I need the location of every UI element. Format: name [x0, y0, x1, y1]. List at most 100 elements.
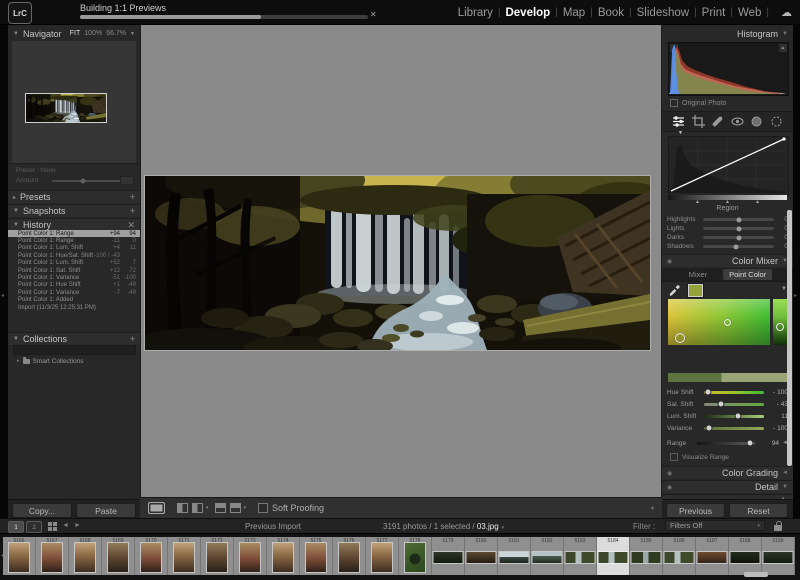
region-slider-handle[interactable]	[734, 244, 739, 249]
slider-handle[interactable]	[705, 425, 712, 432]
luminance-marker[interactable]	[776, 323, 784, 331]
point-color-swatch[interactable]	[688, 284, 703, 297]
create-preset-icon[interactable]: +	[130, 192, 135, 202]
filmstrip-cell[interactable]: 5170	[135, 537, 168, 575]
slider-lum[interactable]	[704, 415, 764, 418]
copy-button[interactable]: Copy...	[12, 503, 72, 518]
create-collection-icon[interactable]: +	[130, 334, 135, 344]
color-origin-marker[interactable]	[675, 333, 685, 343]
tab-point-color[interactable]: Point Color	[723, 269, 772, 280]
filmstrip-cell[interactable]: 5166	[3, 537, 36, 575]
selection-info[interactable]: 3191 photos / 1 selected / 03.jpg▾	[383, 522, 504, 531]
filmstrip-thumbnail[interactable]	[698, 552, 727, 563]
filmstrip-thumbnail[interactable]	[434, 552, 463, 563]
filmstrip-thumbnail[interactable]	[207, 543, 227, 572]
filter-lock-icon[interactable]	[774, 525, 782, 531]
left-panel-reveal-strip[interactable]: ◂	[0, 25, 8, 533]
before-after-topbottom-icon[interactable]	[215, 503, 226, 513]
visualize-range-checkbox[interactable]	[670, 453, 678, 461]
color-sample-marker[interactable]	[724, 319, 731, 326]
module-tab-book[interactable]: Book	[598, 7, 624, 19]
histogram-display[interactable]: ▲ ▲	[668, 42, 789, 96]
filmstrip-cell[interactable]: 5182	[531, 537, 564, 575]
filmstrip-thumbnail[interactable]	[599, 552, 628, 563]
filmstrip-thumbnail[interactable]	[566, 552, 595, 563]
region-slider[interactable]	[703, 218, 774, 221]
original-photo-toggle[interactable]: Original Photo	[670, 99, 726, 107]
filmstrip-thumbnail[interactable]	[141, 543, 161, 572]
color-mixer-header[interactable]: ◉ Color Mixer ▼	[662, 254, 793, 267]
filmstrip-cell[interactable]: 5171	[168, 537, 201, 575]
filmstrip-thumbnail[interactable]	[240, 543, 260, 572]
filmstrip-thumbnail[interactable]	[273, 543, 293, 572]
navigator-header[interactable]: ▼ Navigator FIT 100% 66.7% ▼	[8, 27, 140, 40]
panel-switch-icon[interactable]: ◉	[667, 258, 672, 265]
filmstrip-thumbnail[interactable]	[665, 552, 694, 563]
filmstrip-cell[interactable]: 5180	[465, 537, 498, 575]
region-slider[interactable]	[703, 227, 774, 230]
filmstrip-cell[interactable]: 5179	[432, 537, 465, 575]
region-slider-handle[interactable]	[736, 235, 741, 240]
module-tab-library[interactable]: Library	[458, 7, 493, 19]
zoom-100-option[interactable]: 100%	[84, 30, 102, 37]
history-item[interactable]: Point Color 1: Added	[8, 297, 140, 304]
range-slider[interactable]	[697, 442, 755, 445]
navigator-thumbnail[interactable]	[26, 94, 106, 122]
navigator-preview-area[interactable]	[12, 41, 136, 163]
region-slider-handle[interactable]	[736, 226, 741, 231]
filmstrip-cell[interactable]: 5185	[630, 537, 663, 575]
second-window-button[interactable]: 2	[26, 521, 42, 533]
filmstrip-thumbnail[interactable]	[174, 543, 194, 572]
preset-amount-tool-icon[interactable]	[770, 115, 783, 128]
soft-proofing-checkbox[interactable]	[258, 503, 268, 513]
slider-handle[interactable]	[734, 413, 741, 420]
filter-preset-dropdown[interactable]: Filters Off ▾	[665, 520, 765, 531]
amount-slider-handle[interactable]	[80, 179, 85, 184]
panel-switch-icon[interactable]: ◉	[667, 484, 672, 491]
before-after-topbottom-split-icon[interactable]	[230, 503, 241, 513]
snapshots-header[interactable]: ▼ Snapshots +	[8, 204, 140, 217]
history-item[interactable]: Point Color 1: Range-110	[8, 237, 140, 244]
range-slider-handle[interactable]	[746, 440, 753, 447]
slider-hue[interactable]	[704, 391, 764, 394]
filmstrip-thumbnail[interactable]	[731, 552, 760, 563]
filmstrip-thumbnail[interactable]	[405, 543, 425, 572]
slider-var[interactable]	[704, 427, 764, 430]
zoom-current-option[interactable]: 66.7%	[106, 30, 126, 37]
source-dropdown-icon[interactable]: ▾	[502, 525, 505, 531]
filmstrip-cell[interactable]: 5188	[729, 537, 762, 575]
luminance-bar[interactable]	[773, 299, 787, 345]
filmstrip-cell[interactable]: 5172	[201, 537, 234, 575]
history-item[interactable]: Point Color 1: Range+9494	[8, 230, 140, 237]
slider-sat[interactable]	[704, 403, 764, 406]
source-label[interactable]: Previous Import	[245, 522, 301, 531]
filmstrip-cell[interactable]: 5189	[762, 537, 795, 575]
filmstrip-thumbnail[interactable]	[500, 552, 529, 563]
module-tab-develop[interactable]: Develop	[505, 7, 550, 19]
filmstrip-scrollbar[interactable]	[744, 572, 768, 577]
go-forward-icon[interactable]: ►	[74, 522, 81, 529]
tab-mixer[interactable]: Mixer	[683, 269, 713, 280]
history-item[interactable]: Point Color 1: Lum. Shift+527	[8, 260, 140, 267]
crop-tool-icon[interactable]	[692, 115, 705, 128]
point-color-gradient-field[interactable]	[668, 299, 770, 345]
filmstrip-cell[interactable]: 5173	[234, 537, 267, 575]
detail-header[interactable]: ◉ Detail ▼	[662, 480, 793, 493]
history-item[interactable]: Point Color 1: Sat. Shift+1272	[8, 267, 140, 274]
history-item[interactable]: Point Color 1: Variance-51-100	[8, 274, 140, 281]
main-photo[interactable]	[145, 176, 650, 350]
module-tab-print[interactable]: Print	[702, 7, 726, 19]
region-slider-handle[interactable]	[736, 217, 741, 222]
filmstrip-thumbnail[interactable]	[108, 543, 128, 572]
filmstrip-cell[interactable]: 5174	[267, 537, 300, 575]
slider-handle[interactable]	[718, 401, 725, 408]
slider-handle[interactable]	[705, 389, 712, 396]
module-tab-slideshow[interactable]: Slideshow	[637, 7, 689, 19]
history-item[interactable]: Point Color 1: Lum. Shift+411	[8, 245, 140, 252]
collection-item-smart-collections[interactable]: ▸ Smart Collections	[13, 356, 134, 366]
history-item[interactable]: Point Color 1: Hue Shift+1-49	[8, 282, 140, 289]
filmstrip-thumbnail[interactable]	[467, 552, 496, 563]
edit-sliders-icon[interactable]	[672, 115, 685, 128]
filmstrip-cell[interactable]: 5183	[564, 537, 597, 575]
cancel-task-icon[interactable]: ✕	[370, 11, 377, 19]
